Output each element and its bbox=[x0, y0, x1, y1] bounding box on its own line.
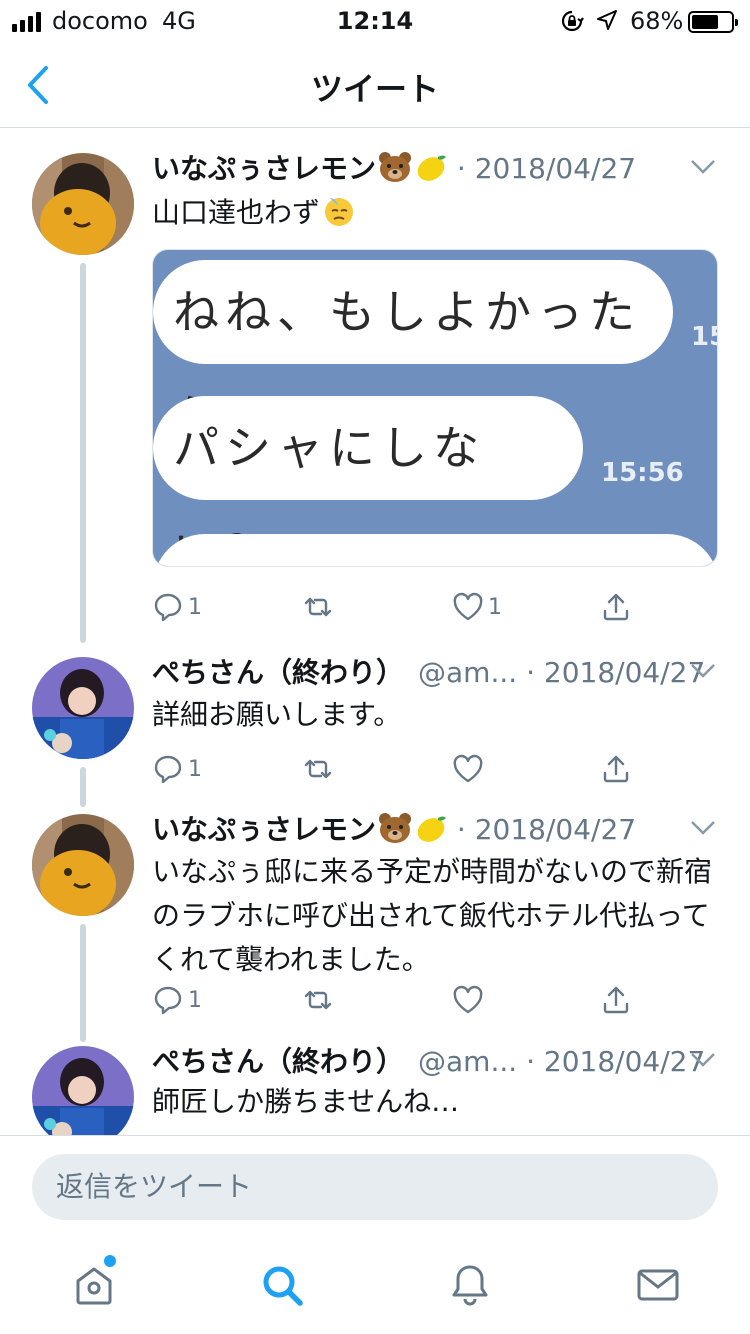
tweet-actions: 1 1 bbox=[152, 587, 652, 627]
avatar[interactable] bbox=[32, 814, 134, 916]
share-icon bbox=[603, 755, 629, 783]
reply-button[interactable]: 1 bbox=[152, 749, 202, 789]
tweet-header: ぺちさん（終わり） @am... · 2018/04/27 bbox=[152, 651, 730, 691]
heart-icon bbox=[453, 985, 483, 1014]
chat-time: 15 bbox=[691, 322, 717, 352]
separator: · bbox=[456, 152, 466, 185]
share-icon bbox=[603, 593, 629, 621]
chevron-down-icon[interactable] bbox=[690, 1052, 716, 1068]
reply-bar: 返信をツイート bbox=[0, 1135, 750, 1239]
tweet-thread[interactable]: いなぷぅさレモン · 2018/04/27 山口達也わず ねね、もしよかったら … bbox=[0, 129, 750, 1135]
retweet-button[interactable] bbox=[302, 980, 338, 1020]
tweet[interactable]: いなぷぅさレモン · 2018/04/27 いなぷぅ邸に来る予定が時間がないので… bbox=[0, 798, 750, 1042]
reply-count: 1 bbox=[188, 594, 202, 620]
reply-count: 1 bbox=[188, 756, 202, 782]
tweet-actions: 1 bbox=[152, 749, 652, 789]
like-button[interactable] bbox=[452, 749, 488, 789]
messages-icon[interactable] bbox=[634, 1261, 682, 1309]
share-icon bbox=[603, 986, 629, 1014]
like-count: 1 bbox=[488, 594, 502, 620]
tweet-text: いなぷぅ邸に来る予定が時間がないので新宿のラブホに呼び出されて飯代ホテル代払って… bbox=[152, 855, 713, 976]
display-name[interactable]: ぺちさん（終わり） bbox=[152, 656, 404, 689]
chevron-down-icon[interactable] bbox=[690, 663, 716, 679]
display-name[interactable]: ぺちさん（終わり） bbox=[152, 1045, 404, 1078]
like-button[interactable]: 1 bbox=[452, 587, 502, 627]
bear-emoji-icon bbox=[379, 813, 412, 843]
tweet-date: 2018/04/27 bbox=[543, 656, 706, 689]
tweet[interactable]: ぺちさん（終わり） @am... · 2018/04/27 詳細お願いします。 1 bbox=[0, 633, 750, 807]
chevron-down-icon[interactable] bbox=[690, 820, 716, 836]
tweet-text: 山口達也わず bbox=[152, 191, 722, 235]
heart-icon bbox=[453, 592, 483, 621]
like-button[interactable] bbox=[452, 980, 488, 1020]
chat-bubble bbox=[153, 534, 717, 566]
reply-input[interactable]: 返信をツイート bbox=[32, 1154, 718, 1220]
user-handle[interactable]: @am... bbox=[418, 656, 517, 689]
display-name[interactable]: いなぷぅさレモン bbox=[152, 152, 376, 185]
user-handle[interactable]: @am... bbox=[418, 1045, 517, 1078]
tweet-text: 詳細お願いします。 bbox=[152, 698, 402, 731]
tweet-date: 2018/04/27 bbox=[474, 152, 637, 185]
display-name[interactable]: いなぷぅさレモン bbox=[152, 813, 376, 846]
reply-icon bbox=[154, 755, 182, 784]
heart-icon bbox=[453, 754, 483, 783]
separator: · bbox=[526, 656, 535, 689]
battery-percent: 68% bbox=[630, 7, 684, 35]
reply-button[interactable]: 1 bbox=[152, 980, 202, 1020]
reply-count: 1 bbox=[188, 987, 202, 1013]
nav-bar: ツイート bbox=[0, 42, 750, 128]
battery-level bbox=[692, 15, 718, 29]
chat-time: 15:56 bbox=[601, 458, 684, 488]
battery-icon bbox=[688, 11, 738, 33]
location-arrow-icon bbox=[597, 10, 617, 30]
retweet-button[interactable] bbox=[302, 749, 338, 789]
notification-dot bbox=[104, 1255, 116, 1267]
retweet-button[interactable] bbox=[302, 587, 338, 627]
chevron-down-icon[interactable] bbox=[690, 159, 716, 175]
retweet-icon bbox=[304, 597, 332, 617]
lemon-emoji-icon bbox=[417, 155, 447, 181]
avatar[interactable] bbox=[32, 657, 134, 759]
tweet-actions: 1 bbox=[152, 980, 652, 1020]
tab-bar bbox=[0, 1239, 750, 1334]
reply-icon bbox=[154, 986, 182, 1015]
lemon-emoji-icon bbox=[417, 816, 447, 842]
tweet-header: いなぷぅさレモン · 2018/04/27 bbox=[152, 147, 730, 187]
chat-bubble: ねね、もしよかったら bbox=[153, 260, 673, 443]
home-icon[interactable] bbox=[70, 1261, 118, 1309]
tweet-header: いなぷぅさレモン · 2018/04/27 bbox=[152, 808, 730, 848]
page-title: ツイート bbox=[310, 70, 439, 108]
tweet-date: 2018/04/27 bbox=[474, 813, 637, 846]
tweet-date: 2018/04/27 bbox=[543, 1045, 706, 1078]
avatar[interactable] bbox=[32, 1046, 134, 1135]
separator: · bbox=[456, 813, 466, 846]
reply-icon bbox=[154, 593, 182, 622]
tweet-header: ぺちさん（終わり） @am... · 2018/04/27 bbox=[152, 1040, 730, 1080]
tweet-image[interactable]: ねね、もしよかったら 15 パシャにしない？ 15:56 bbox=[152, 249, 718, 567]
thread-line bbox=[80, 263, 86, 643]
share-button[interactable] bbox=[600, 587, 632, 627]
share-button[interactable] bbox=[600, 749, 632, 789]
bear-emoji-icon bbox=[379, 152, 412, 182]
status-bar: docomo 4G 12:14 68% bbox=[0, 0, 750, 42]
rotation-lock-icon bbox=[561, 10, 584, 32]
tweet[interactable]: いなぷぅさレモン · 2018/04/27 山口達也わず ねね、もしよかったら … bbox=[0, 129, 750, 643]
retweet-icon bbox=[304, 759, 332, 779]
chat-bubble: パシャにしない？ bbox=[153, 396, 583, 566]
share-button[interactable] bbox=[600, 980, 632, 1020]
notifications-icon[interactable] bbox=[446, 1261, 494, 1309]
retweet-icon bbox=[304, 990, 332, 1010]
search-icon[interactable] bbox=[258, 1261, 306, 1309]
separator: · bbox=[526, 1045, 535, 1078]
avatar[interactable] bbox=[32, 153, 134, 255]
sweat-emoji-icon bbox=[325, 198, 354, 226]
reply-button[interactable]: 1 bbox=[152, 587, 202, 627]
tweet-text: 師匠しか勝ちませんね… bbox=[152, 1085, 460, 1118]
thread-line bbox=[80, 924, 86, 1042]
tweet[interactable]: ぺちさん（終わり） @am... · 2018/04/27 師匠しか勝ちませんね… bbox=[0, 1028, 750, 1135]
